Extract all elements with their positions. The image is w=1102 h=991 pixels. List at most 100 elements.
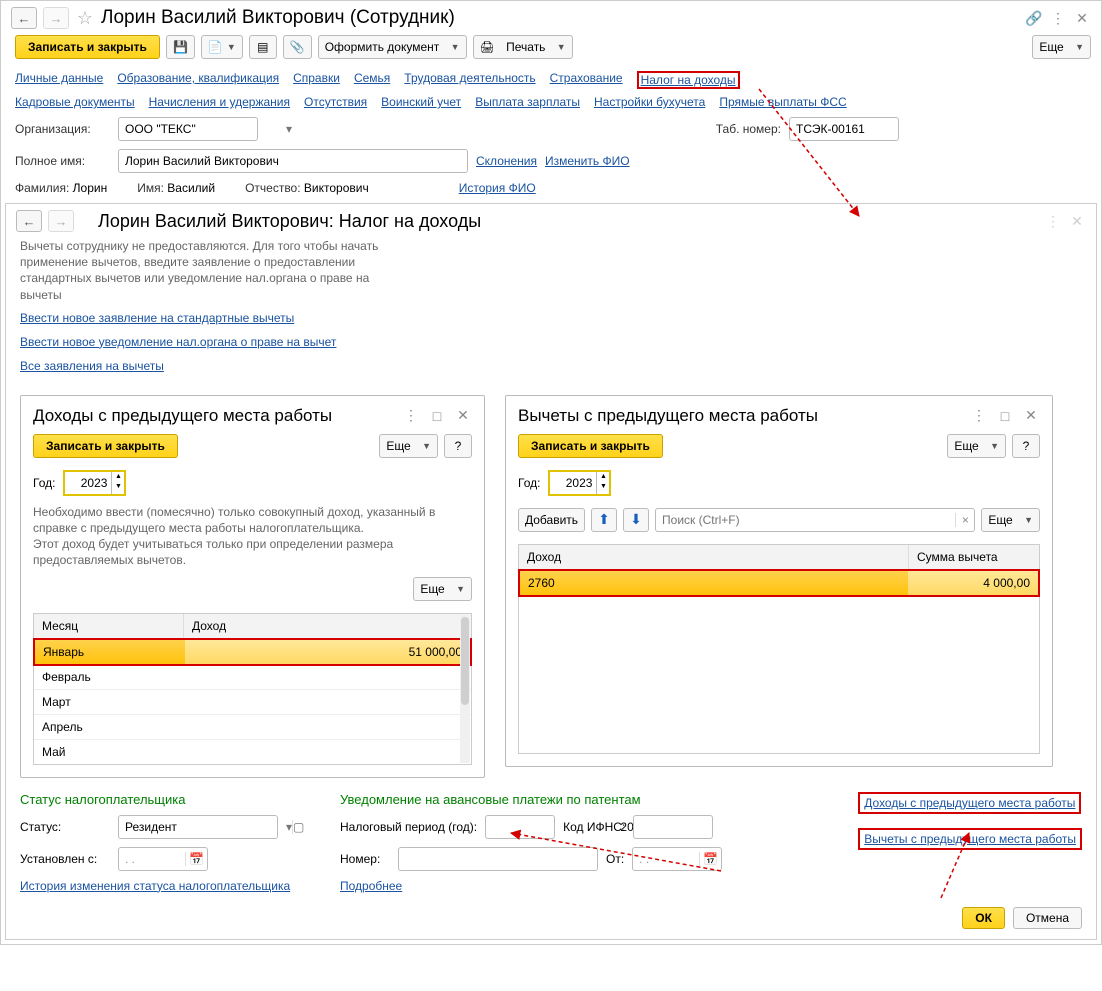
tabnum-label: Таб. номер: — [716, 122, 781, 136]
fullname-input[interactable] — [119, 150, 286, 172]
more-menu-button[interactable]: Еще ▼ — [1032, 35, 1091, 59]
pr-year-up[interactable]: ▲ — [597, 472, 609, 482]
nav-forward-button[interactable]: → — [43, 7, 69, 29]
pr-more-icon[interactable]: ⋮ — [970, 407, 988, 424]
pl-scrollbar[interactable] — [460, 615, 470, 763]
change-fio-link[interactable]: Изменить ФИО — [545, 154, 630, 168]
pr-search-input[interactable] — [656, 513, 955, 527]
setdate-value[interactable]: . . — [119, 852, 185, 866]
pl-more-button[interactable]: Еще ▼ — [379, 434, 438, 458]
pr-close-icon[interactable]: ✕ — [1022, 407, 1040, 424]
pr-add-button[interactable]: Добавить — [518, 508, 585, 532]
tab-education[interactable]: Образование, квалификация — [117, 71, 279, 89]
pr-grid-more-button[interactable]: Еще ▼ — [981, 508, 1040, 532]
link-icon[interactable]: 🔗 — [1025, 10, 1043, 27]
pl-year-down[interactable]: ▼ — [112, 482, 124, 492]
from-calendar-icon[interactable]: 📅 — [699, 852, 721, 866]
tab-work[interactable]: Трудовая деятельность — [404, 71, 535, 89]
new-notification-link[interactable]: Ввести новое уведомление нал.органа о пр… — [20, 335, 1082, 349]
save-close-button[interactable]: Записать и закрыть — [15, 35, 160, 59]
history-fio-link[interactable]: История ФИО — [459, 181, 536, 195]
ok-button[interactable]: ОК — [962, 907, 1005, 929]
print-menu[interactable]: 🖨 Печать ▼ — [473, 35, 573, 59]
tab-accounting[interactable]: Настройки бухучета — [594, 95, 705, 109]
table-row[interactable]: Май — [34, 740, 471, 764]
from-label: От: — [606, 852, 624, 866]
cancel-button[interactable]: Отмена — [1013, 907, 1082, 929]
close-icon[interactable]: ✕ — [1073, 10, 1091, 27]
org-select-icon[interactable]: ▾ — [286, 122, 292, 136]
org-input[interactable] — [119, 118, 286, 140]
create-document-menu[interactable]: Оформить документ ▼ — [318, 35, 467, 59]
table-row[interactable]: Февраль — [34, 665, 471, 690]
pr-save-close-button[interactable]: Записать и закрыть — [518, 434, 663, 458]
table-row[interactable]: Март — [34, 690, 471, 715]
tab-salary-pay[interactable]: Выплата зарплаты — [475, 95, 580, 109]
status-history-link[interactable]: История изменения статуса налогоплательщ… — [20, 879, 320, 893]
pr-year-down[interactable]: ▼ — [597, 482, 609, 492]
tab-refs[interactable]: Справки — [293, 71, 340, 89]
tab-accruals[interactable]: Начисления и удержания — [149, 95, 290, 109]
pl-col-month: Месяц — [34, 614, 184, 638]
calendar-icon[interactable]: 📅 — [185, 852, 207, 866]
doc-icon-button[interactable]: ▤ — [249, 35, 277, 59]
ifns-label: Код ИФНС: — [563, 820, 625, 834]
copy-icon: 📄 — [208, 40, 223, 54]
nav-back-button[interactable]: ← — [11, 7, 37, 29]
org-label: Организация: — [15, 122, 110, 136]
win2-close-icon[interactable]: ✕ — [1068, 213, 1086, 230]
win2-back-button[interactable]: ← — [16, 210, 42, 232]
pr-search-clear-icon[interactable]: × — [955, 513, 974, 527]
prev-deductions-link[interactable]: Вычеты с предыдущего места работы — [864, 832, 1076, 846]
pr-year-input[interactable] — [550, 472, 596, 494]
period-label: Налоговый период (год): — [340, 820, 477, 834]
tab-family[interactable]: Семья — [354, 71, 390, 89]
pl-help-button[interactable]: ? — [444, 434, 472, 458]
table-row[interactable]: Январь 51 000,00 — [33, 638, 472, 666]
pr-more-button[interactable]: Еще ▼ — [947, 434, 1006, 458]
status-input[interactable] — [119, 816, 286, 838]
tab-fss[interactable]: Прямые выплаты ФСС — [719, 95, 846, 109]
patent-more-link[interactable]: Подробнее — [340, 879, 740, 893]
pl-year-input[interactable] — [65, 472, 111, 494]
table-row[interactable]: Апрель — [34, 715, 471, 740]
tab-hr-docs[interactable]: Кадровые документы — [15, 95, 135, 109]
tab-personal[interactable]: Личные данные — [15, 71, 103, 89]
more-menu-icon[interactable]: ⋮ — [1049, 10, 1067, 27]
pr-move-down-button[interactable]: ⬇ — [623, 508, 649, 532]
pl-save-close-button[interactable]: Записать и закрыть — [33, 434, 178, 458]
tab-tax-income[interactable]: Налог на доходы — [641, 73, 736, 87]
pl-grid-more-button[interactable]: Еще ▼ — [413, 577, 472, 601]
tab-military[interactable]: Воинский учет — [381, 95, 461, 109]
status-label: Статус: — [20, 820, 110, 834]
favorite-star-icon[interactable]: ☆ — [75, 8, 95, 28]
win2-forward-button[interactable]: → — [48, 210, 74, 232]
tab-absence[interactable]: Отсутствия — [304, 95, 367, 109]
pr-help-button[interactable]: ? — [1012, 434, 1040, 458]
pl-maximize-icon[interactable]: □ — [428, 408, 446, 424]
from-value[interactable]: . . — [633, 852, 699, 866]
num-input[interactable] — [399, 848, 566, 870]
pl-more-icon[interactable]: ⋮ — [402, 407, 420, 424]
pr-year-label: Год: — [518, 476, 540, 490]
attach-button[interactable]: 📎 — [283, 35, 312, 59]
pl-year-up[interactable]: ▲ — [112, 472, 124, 482]
pr-maximize-icon[interactable]: □ — [996, 408, 1014, 424]
ifns-input[interactable] — [634, 816, 801, 838]
prev-income-link[interactable]: Доходы с предыдущего места работы — [864, 796, 1075, 810]
declension-link[interactable]: Склонения — [476, 154, 537, 168]
win2-more-icon[interactable]: ⋮ — [1044, 213, 1062, 230]
pr-move-up-button[interactable]: ⬆ — [591, 508, 617, 532]
pl-year-label: Год: — [33, 476, 55, 490]
pl-close-icon[interactable]: ✕ — [454, 407, 472, 424]
save-button[interactable]: 💾 — [166, 35, 195, 59]
printer-icon: 🖨 — [480, 40, 495, 54]
tab-insurance[interactable]: Страхование — [550, 71, 623, 89]
all-deduction-requests-link[interactable]: Все заявления на вычеты — [20, 359, 1082, 373]
new-standard-deduction-link[interactable]: Ввести новое заявление на стандартные вы… — [20, 311, 1082, 325]
table-row[interactable]: 2760 4 000,00 — [518, 569, 1040, 597]
pr-col-sum: Сумма вычета — [909, 545, 1039, 569]
copy-dropdown[interactable]: 📄▼ — [201, 35, 243, 59]
status-open-icon[interactable]: ▢ — [292, 820, 304, 834]
tabnum-input[interactable] — [790, 118, 957, 140]
